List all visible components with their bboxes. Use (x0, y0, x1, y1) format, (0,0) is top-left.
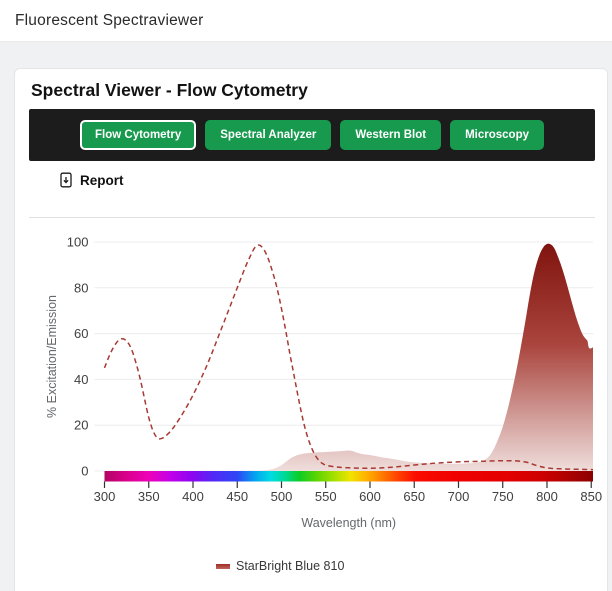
x-tick-label: 800 (536, 489, 558, 504)
report-label: Report (80, 172, 124, 188)
mode-toolbar: Flow Cytometry Spectral Analyzer Western B… (29, 109, 595, 161)
y-tick-label: 0 (81, 464, 88, 479)
x-tick-label: 650 (403, 489, 425, 504)
tab-microscopy[interactable]: Microscopy (450, 119, 544, 151)
spectral-viewer-card: Spectral Viewer - Flow Cytometry Flow Cy… (14, 68, 608, 591)
x-tick-label: 450 (226, 489, 248, 504)
y-tick-label: 20 (74, 418, 88, 433)
y-tick-label: 80 (74, 280, 88, 295)
legend-swatch (216, 563, 230, 569)
app-header: Fluorescent Spectraviewer (0, 0, 612, 42)
tab-flow-cytometry[interactable]: Flow Cytometry (80, 119, 197, 151)
x-tick-label: 350 (138, 489, 160, 504)
divider (29, 217, 595, 218)
x-tick-label: 750 (492, 489, 514, 504)
x-tick-label: 500 (271, 489, 293, 504)
tab-spectral-analyzer[interactable]: Spectral Analyzer (205, 119, 332, 151)
legend-label: StarBright Blue 810 (236, 559, 345, 573)
x-tick-label: 850 (580, 489, 602, 504)
report-download-icon (58, 172, 74, 188)
tab-western-blot[interactable]: Western Blot (340, 119, 442, 151)
app-root: Fluorescent Spectraviewer Spectral Viewe… (0, 0, 612, 591)
emission-area (104, 243, 593, 471)
x-tick-label: 550 (315, 489, 337, 504)
x-tick-label: 400 (182, 489, 204, 504)
x-tick-label: 600 (359, 489, 381, 504)
y-tick-label: 100 (67, 235, 89, 250)
app-title: Fluorescent Spectraviewer (15, 11, 204, 29)
card-title: Spectral Viewer - Flow Cytometry (31, 80, 308, 100)
wavelength-spectrum-strip (104, 471, 593, 482)
y-axis-title: % Excitation/Emission (45, 295, 59, 418)
x-tick-label: 300 (94, 489, 116, 504)
y-tick-label: 40 (74, 372, 88, 387)
spectra-chart[interactable]: 0 20 40 60 80 100 300 350 400 450 500 550 600 650 700 7… (31, 229, 607, 537)
chart-legend[interactable]: StarBright Blue 810 (216, 559, 344, 573)
report-button[interactable]: Report (58, 172, 124, 188)
x-tick-label: 700 (448, 489, 470, 504)
x-axis-title: Wavelength (nm) (301, 516, 396, 530)
y-tick-label: 60 (74, 326, 88, 341)
